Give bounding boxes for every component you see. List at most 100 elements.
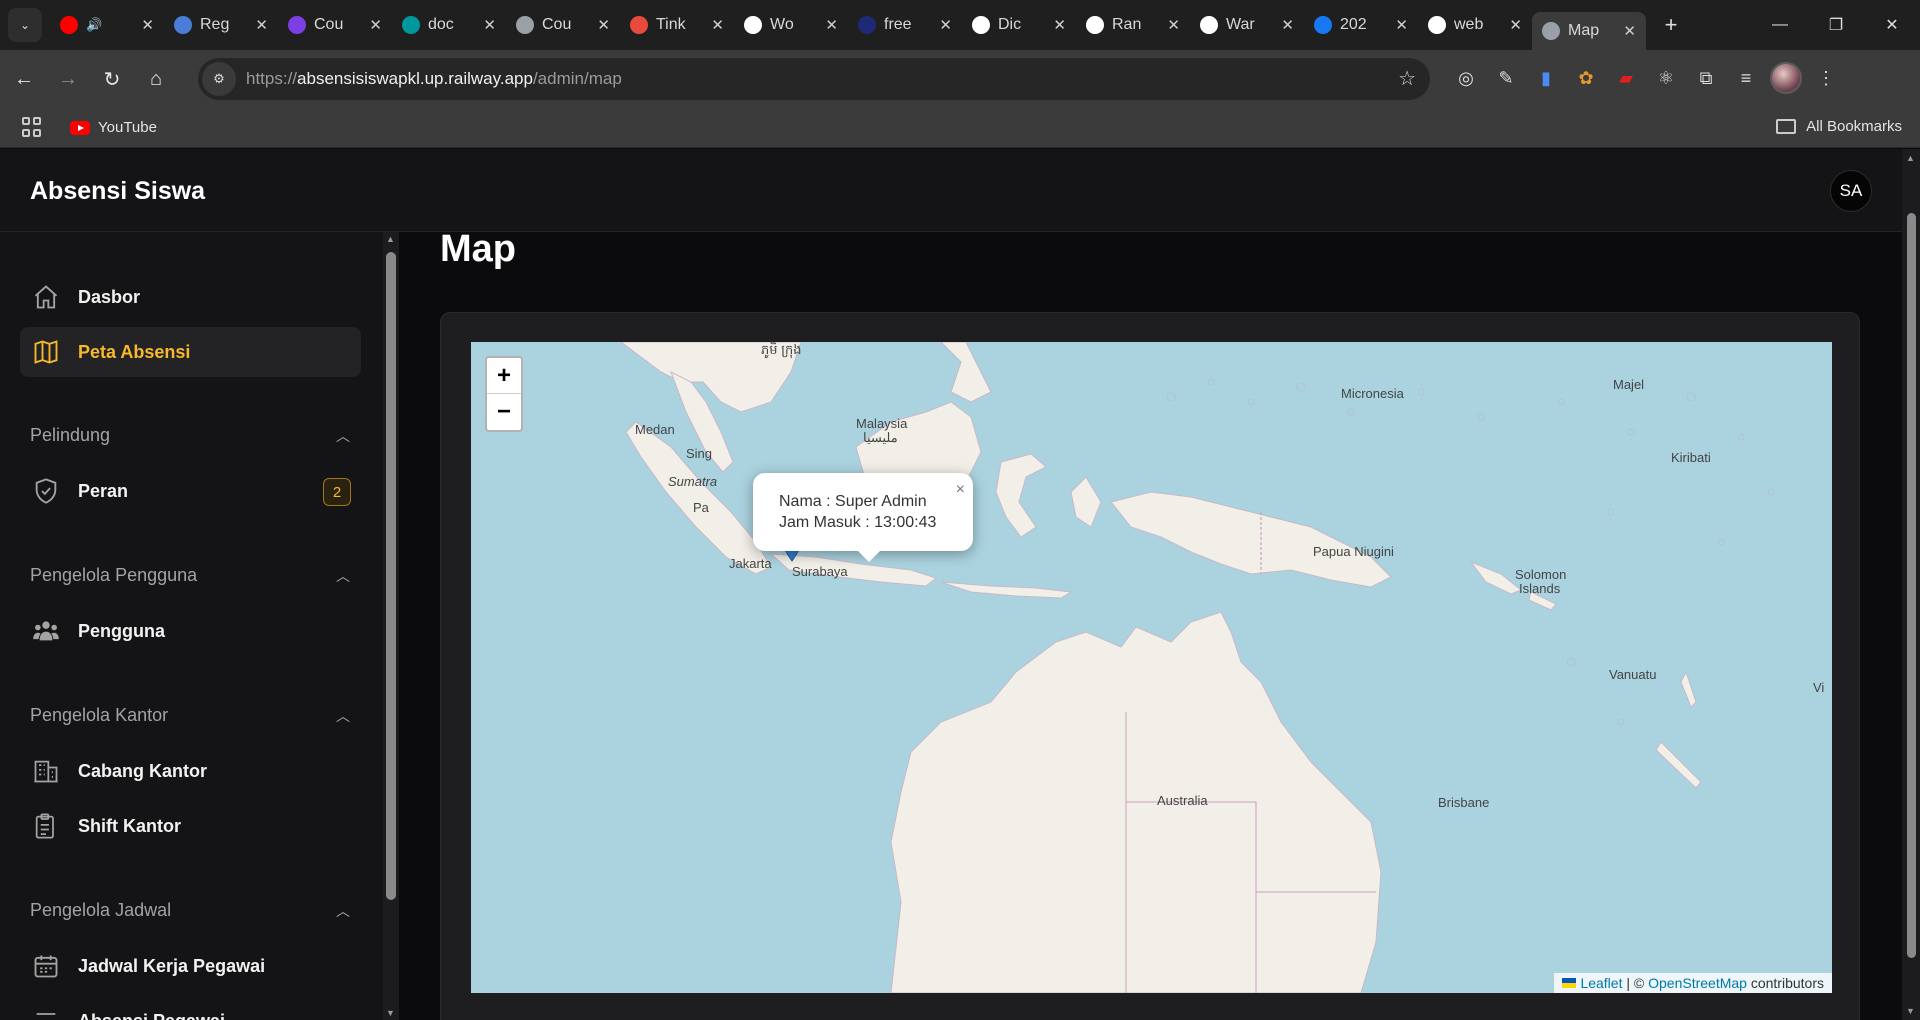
sidebar-item-label: Cabang Kantor: [78, 760, 208, 781]
browser-tab[interactable]: doc ✕: [392, 7, 506, 43]
map-label: Sing: [686, 446, 713, 461]
extensions-puzzle-icon[interactable]: ⧉: [1686, 68, 1726, 89]
user-avatar[interactable]: SA: [1830, 170, 1872, 212]
sidebar-item-label: Absensi Pegawai: [78, 1011, 225, 1020]
page-scrollbar[interactable]: ▲ ▼: [1902, 149, 1920, 1020]
docs-extension-icon[interactable]: ▮: [1526, 68, 1566, 89]
popup-close-button[interactable]: ×: [956, 479, 965, 500]
zoom-in-button[interactable]: +: [487, 358, 521, 394]
close-tab-icon[interactable]: ✕: [1281, 16, 1294, 34]
back-button[interactable]: ←: [4, 59, 44, 99]
flash-extension-icon[interactable]: ▰: [1606, 68, 1646, 89]
browser-tab[interactable]: free ✕: [848, 7, 962, 43]
close-tab-icon[interactable]: ✕: [483, 16, 496, 34]
sidebar-item-map-attendance[interactable]: Peta Absensi: [20, 327, 361, 377]
map-label: Sumatra: [668, 474, 718, 489]
browser-tab[interactable]: Wo ✕: [734, 7, 848, 43]
browser-tab[interactable]: Ran ✕: [1076, 7, 1190, 43]
close-tab-icon[interactable]: ✕: [597, 16, 610, 34]
browser-tab[interactable]: Reg ✕: [164, 7, 278, 43]
scroll-up-arrow-icon[interactable]: ▲: [1906, 153, 1915, 163]
scroll-up-arrow-icon[interactable]: ▲: [386, 234, 395, 244]
sidebar-scrollbar[interactable]: ▲ ▼: [383, 232, 399, 1020]
chevron-up-icon[interactable]: ︿: [336, 706, 350, 726]
url-text[interactable]: https://absensisiswapkl.up.railway.app/a…: [246, 69, 622, 89]
app-header: Absensi Siswa SA: [0, 149, 1902, 232]
browser-tab[interactable]: Cou ✕: [278, 7, 392, 43]
home-button[interactable]: ⌂: [136, 59, 176, 99]
minimize-button[interactable]: —: [1752, 0, 1808, 50]
site-settings-icon[interactable]: ⚙: [202, 62, 236, 96]
scroll-down-arrow-icon[interactable]: ▼: [386, 1008, 395, 1018]
browser-tab[interactable]: War ✕: [1190, 7, 1304, 43]
popup-tip: [856, 549, 882, 562]
close-tab-icon[interactable]: ✕: [369, 16, 382, 34]
sidebar-item-roles[interactable]: Peran 2: [20, 466, 361, 516]
restore-button[interactable]: ❐: [1808, 0, 1864, 50]
sidebar-item-users[interactable]: Pengguna: [20, 606, 361, 656]
react-devtools-icon[interactable]: ⚛: [1646, 68, 1686, 89]
group-protector[interactable]: Pelindung ︿: [30, 425, 350, 446]
sidebar-item-employee-schedule[interactable]: Jadwal Kerja Pegawai: [20, 941, 361, 991]
group-user-manager[interactable]: Pengelola Pengguna ︿: [30, 565, 350, 586]
leaflet-map[interactable]: ភូមិ ក្រុង Medan Malaysia ملیسیا Micronesia M…: [471, 342, 1832, 993]
sidebar-scrollbar-thumb[interactable]: [386, 252, 396, 900]
sidebar-item-employee-attendance[interactable]: Absensi Pegawai: [20, 996, 361, 1020]
close-tab-icon[interactable]: ✕: [1053, 16, 1066, 34]
browser-tab[interactable]: Map ✕: [1532, 12, 1646, 50]
omnibox[interactable]: ⚙ https://absensisiswapkl.up.railway.app…: [198, 58, 1430, 100]
sidebar-item-office-branch[interactable]: Cabang Kantor: [20, 746, 361, 796]
close-tab-icon[interactable]: ✕: [1167, 16, 1180, 34]
browser-tab[interactable]: 202 ✕: [1304, 7, 1418, 43]
media-icon[interactable]: ◎: [1446, 68, 1486, 89]
bookmark-star-icon[interactable]: ☆: [1398, 66, 1416, 91]
attribution-separator: | ©: [1622, 975, 1649, 991]
group-office-manager[interactable]: Pengelola Kantor ︿: [30, 705, 350, 726]
all-bookmarks-label: All Bookmarks: [1806, 118, 1902, 135]
new-tab-button[interactable]: +: [1656, 10, 1686, 40]
forward-button[interactable]: →: [48, 59, 88, 99]
sidebar-item-dashboard[interactable]: Dasbor: [20, 272, 361, 322]
profile-avatar[interactable]: [1766, 62, 1806, 94]
g-icon: [972, 16, 990, 34]
close-tab-icon[interactable]: ✕: [939, 16, 952, 34]
close-window-button[interactable]: ✕: [1864, 0, 1920, 50]
web-icon: [1428, 16, 1446, 34]
close-tab-icon[interactable]: ✕: [1623, 22, 1636, 40]
chevron-up-icon[interactable]: ︿: [336, 566, 350, 586]
reload-button[interactable]: ↻: [92, 59, 132, 99]
browser-tab[interactable]: web ✕: [1418, 7, 1532, 43]
speaker-icon[interactable]: 🔊: [86, 17, 102, 33]
map-label: Vanuatu: [1609, 667, 1657, 682]
close-tab-icon[interactable]: ✕: [825, 16, 838, 34]
page-scrollbar-thumb[interactable]: [1907, 213, 1916, 958]
browser-tab[interactable]: 🔊 ✕: [50, 7, 164, 43]
group-schedule-manager[interactable]: Pengelola Jadwal ︿: [30, 900, 350, 921]
eyedropper-icon[interactable]: ✎: [1486, 68, 1526, 89]
close-tab-icon[interactable]: ✕: [711, 16, 724, 34]
sidebar-item-office-shift[interactable]: Shift Kantor: [20, 801, 361, 851]
close-tab-icon[interactable]: ✕: [255, 16, 268, 34]
chevron-up-icon[interactable]: ︿: [336, 901, 350, 921]
media-queue-icon[interactable]: ≡: [1726, 68, 1766, 89]
browser-tab[interactable]: Cou ✕: [506, 7, 620, 43]
close-tab-icon[interactable]: ✕: [1509, 16, 1522, 34]
close-tab-icon[interactable]: ✕: [1395, 16, 1408, 34]
browser-menu-icon[interactable]: ⋮: [1806, 68, 1846, 89]
close-tab-icon[interactable]: ✕: [141, 16, 154, 34]
chevron-up-icon[interactable]: ︿: [336, 426, 350, 446]
map-label: Micronesia: [1341, 386, 1404, 401]
browser-tab[interactable]: Tink ✕: [620, 7, 734, 43]
bookmark-youtube[interactable]: YouTube: [70, 119, 157, 136]
apps-grid-icon[interactable]: [22, 116, 44, 139]
all-bookmarks-button[interactable]: All Bookmarks: [1776, 118, 1902, 135]
leaflet-link[interactable]: Leaflet: [1580, 975, 1622, 991]
openstreetmap-link[interactable]: OpenStreetMap: [1648, 975, 1747, 991]
cookie-extension-icon[interactable]: ✿: [1566, 68, 1606, 89]
browser-tab[interactable]: Dic ✕: [962, 7, 1076, 43]
brand-title[interactable]: Absensi Siswa: [30, 177, 205, 206]
scroll-down-arrow-icon[interactable]: ▼: [1906, 1006, 1915, 1016]
zoom-out-button[interactable]: −: [487, 394, 521, 430]
tab-search-chevron-icon[interactable]: ⌄: [8, 8, 42, 42]
popup-time-line: Jam Masuk : 13:00:43: [779, 514, 937, 531]
